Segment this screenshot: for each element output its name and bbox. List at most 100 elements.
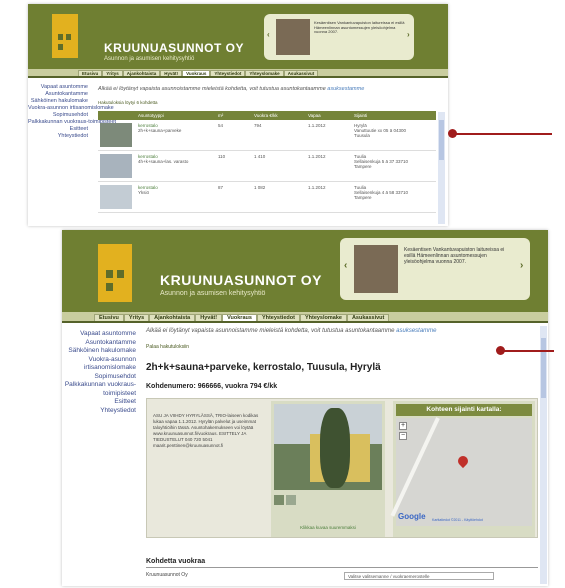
map-footer[interactable]: Karttatiedot ©2011 - Käyttöehdot <box>432 518 483 522</box>
listing-m2: 54 <box>216 120 252 151</box>
nav-item[interactable]: Hyvät! <box>195 314 223 321</box>
detail-content: Alkää ei löytänyt vapaista asunnoistamme… <box>146 328 538 390</box>
sidebar-item[interactable]: Esitteet <box>28 126 88 133</box>
sidebar-item[interactable]: Asuntokantamme <box>28 91 88 98</box>
col-m2[interactable]: m² <box>216 111 252 120</box>
listing-desc: 2h+k+sauna+parveke <box>138 128 182 133</box>
asuntokanta-link[interactable]: asuksestamme <box>396 328 436 334</box>
scrollbar-thumb[interactable] <box>439 120 444 160</box>
sidebar-item[interactable]: Yhteystiedot <box>62 407 136 416</box>
sidebar-item[interactable]: Sopimusehdot <box>28 112 88 119</box>
photo-thumbnail[interactable] <box>286 495 296 505</box>
sidebar: Vapaat asuntomme Asuntokantamme Sähköine… <box>28 84 116 140</box>
table-row[interactable]: kerrostalo 4h+k+sauna+las. varasto 110 1 … <box>98 150 436 182</box>
site-header: KRUUNUASUNNOT OY Asunnon ja asumisen keh… <box>28 4 448 69</box>
nav-item[interactable]: Yhteystiedot <box>210 70 246 76</box>
sidebar-item[interactable]: Sähköinen hakulomake <box>28 98 88 105</box>
chevron-right-icon[interactable]: › <box>520 260 523 271</box>
listing-free: 1.1.2012 <box>306 150 352 182</box>
sidebar-item[interactable]: Palkkakunnan vuokraus-toimipisteet <box>28 119 116 126</box>
map-marker-icon[interactable] <box>455 453 471 469</box>
listing-rent: 1 410 <box>252 150 306 182</box>
col-type[interactable]: Asuntotyyppi <box>136 111 216 120</box>
nav-item[interactable]: Ajankohtaista <box>122 70 161 76</box>
listing-free: 1.1.2012 <box>306 120 352 151</box>
chevron-left-icon[interactable]: ‹ <box>344 260 347 271</box>
listing-rent: 794 <box>252 120 306 151</box>
table-row[interactable]: kerrostalo 2h+k+sauna+parveke 54 794 1.1.… <box>98 120 436 151</box>
chevron-left-icon[interactable]: ‹ <box>267 30 270 39</box>
sidebar-item[interactable]: Sopimusehdot <box>62 373 136 382</box>
table-row[interactable]: kerrostalo Yksiö 87 1 082 1.1.2012 Tuulia… <box>98 181 436 213</box>
sidebar-item[interactable]: Yhteystiedot <box>28 133 88 140</box>
nav-item[interactable]: Yhteyslomake <box>245 70 284 76</box>
col-location[interactable]: Sijainti <box>352 111 436 120</box>
nav-item-active[interactable]: Vuokraus <box>182 70 211 76</box>
sidebar-item[interactable]: Vapaat asuntomme <box>28 84 88 91</box>
promo-text: Kesäentisen Vankantuvapuiston laitureiss… <box>314 20 405 35</box>
callout-line-1 <box>452 133 552 135</box>
nav-item[interactable]: Ajankohtaista <box>149 314 196 321</box>
photo-thumbnail[interactable] <box>274 495 284 505</box>
promo-image <box>276 19 310 55</box>
zoom-out-icon[interactable]: − <box>399 432 407 440</box>
nav-item[interactable]: Etusivu <box>94 314 124 321</box>
nav-item[interactable]: Yhteystiedot <box>256 314 300 321</box>
listing-address: Vanuttuutie xx 05 ä 04300 Tuusula <box>354 128 406 138</box>
nav-item[interactable]: Asukassivut <box>346 314 390 321</box>
listing-photo[interactable] <box>100 123 132 147</box>
nav-item[interactable]: Etusivu <box>78 70 103 76</box>
rent-select[interactable]: Valitse valitsemanne / vuokraemerostelle <box>344 572 494 580</box>
google-logo: Google <box>398 512 426 521</box>
map-title: Kohteen sijainti kartalla: <box>396 404 532 416</box>
listing-scrollbar[interactable] <box>438 112 445 224</box>
listing-photo[interactable] <box>100 154 132 178</box>
main-nav: Etusivu Yritys Ajankohtaista Hyvät! Vuok… <box>62 312 548 323</box>
nav-item-active[interactable]: Vuokraus <box>222 314 257 321</box>
promo-banner[interactable]: ‹ Kesäentisen Vankantuvapuiston laiturei… <box>264 14 414 60</box>
promo-banner[interactable]: ‹ Kesäentisen Vankantuvapuiston laiturei… <box>340 238 530 300</box>
result-count: Hakutuloksia löytyi 6 kohdetta <box>98 100 158 105</box>
sidebar-item[interactable]: Vuokra-asunnon irtisanomislomake <box>28 105 114 112</box>
callout-dot-2 <box>496 346 505 355</box>
listing-desc: Yksiö <box>138 190 150 195</box>
sidebar-item[interactable]: Vuokra-asunnon irtisanomislomake <box>62 356 136 373</box>
listing-desc: 4h+k+sauna+las. varasto <box>138 159 189 164</box>
col-photo <box>98 111 136 120</box>
scrollbar-thumb[interactable] <box>541 338 546 398</box>
chevron-right-icon[interactable]: › <box>407 30 410 39</box>
nav-item[interactable]: Yritys <box>102 70 123 76</box>
nav-item[interactable]: Yhteyslomake <box>299 314 347 321</box>
sidebar-item[interactable]: Palkkakunnan vuokraus-toimipisteet <box>62 381 136 398</box>
sidebar-item[interactable]: Sähköinen hakulomake <box>62 347 136 356</box>
col-rent[interactable]: Vuokra €/kk <box>252 111 306 120</box>
callout-line-2 <box>500 350 554 352</box>
logo-icon <box>98 244 132 302</box>
sidebar-item[interactable]: Vapaat asuntomme <box>62 330 136 339</box>
nav-item[interactable]: Yritys <box>123 314 150 321</box>
col-free[interactable]: Vapaa <box>306 111 352 120</box>
nav-item[interactable]: Hyvät! <box>160 70 183 76</box>
logo-icon <box>52 14 78 58</box>
map-panel: Kohteen sijainti kartalla: + − Google Ka… <box>390 401 535 537</box>
sidebar-item[interactable]: Esitteet <box>62 398 136 407</box>
location-map[interactable]: + − Google Karttatiedot ©2011 - Käyttöeh… <box>390 417 532 526</box>
listing-photo[interactable] <box>100 185 132 209</box>
photo-caption[interactable]: Klikkaa kuvaa suuremmaksi <box>271 525 385 530</box>
listing-screenshot: KRUUNUASUNNOT OY Asunnon ja asumisen keh… <box>28 4 448 226</box>
listing-main-photo[interactable] <box>274 404 382 490</box>
zoom-in-icon[interactable]: + <box>399 422 407 430</box>
map-road <box>390 417 440 517</box>
brand-name: KRUUNUASUNNOT OY <box>160 272 322 288</box>
listing-title: 2h+k+sauna+parveke, kerrostalo, Tuusula,… <box>146 362 381 373</box>
back-to-results-link[interactable]: Palaa hakutuloksiin <box>146 344 538 350</box>
listing-content: Alkää ei löytänyt vapaista asunnoistamme… <box>98 86 438 213</box>
sidebar-item[interactable]: Asuntokantamme <box>62 339 136 348</box>
brand-tagline: Asunnon ja asumisen kehitysyhtiö <box>104 56 195 62</box>
detail-scrollbar[interactable] <box>540 326 547 584</box>
asuntokanta-link[interactable]: asuksestamme <box>327 86 364 92</box>
listing-rent: 1 082 <box>252 181 306 213</box>
detail-screenshot: KRUUNUASUNNOT OY Asunnon ja asumisen keh… <box>62 230 548 586</box>
rent-section: Kohdetta vuokraa Kruunuasunnot Oy Valits… <box>146 558 538 580</box>
nav-item[interactable]: Asukassivut <box>283 70 319 76</box>
